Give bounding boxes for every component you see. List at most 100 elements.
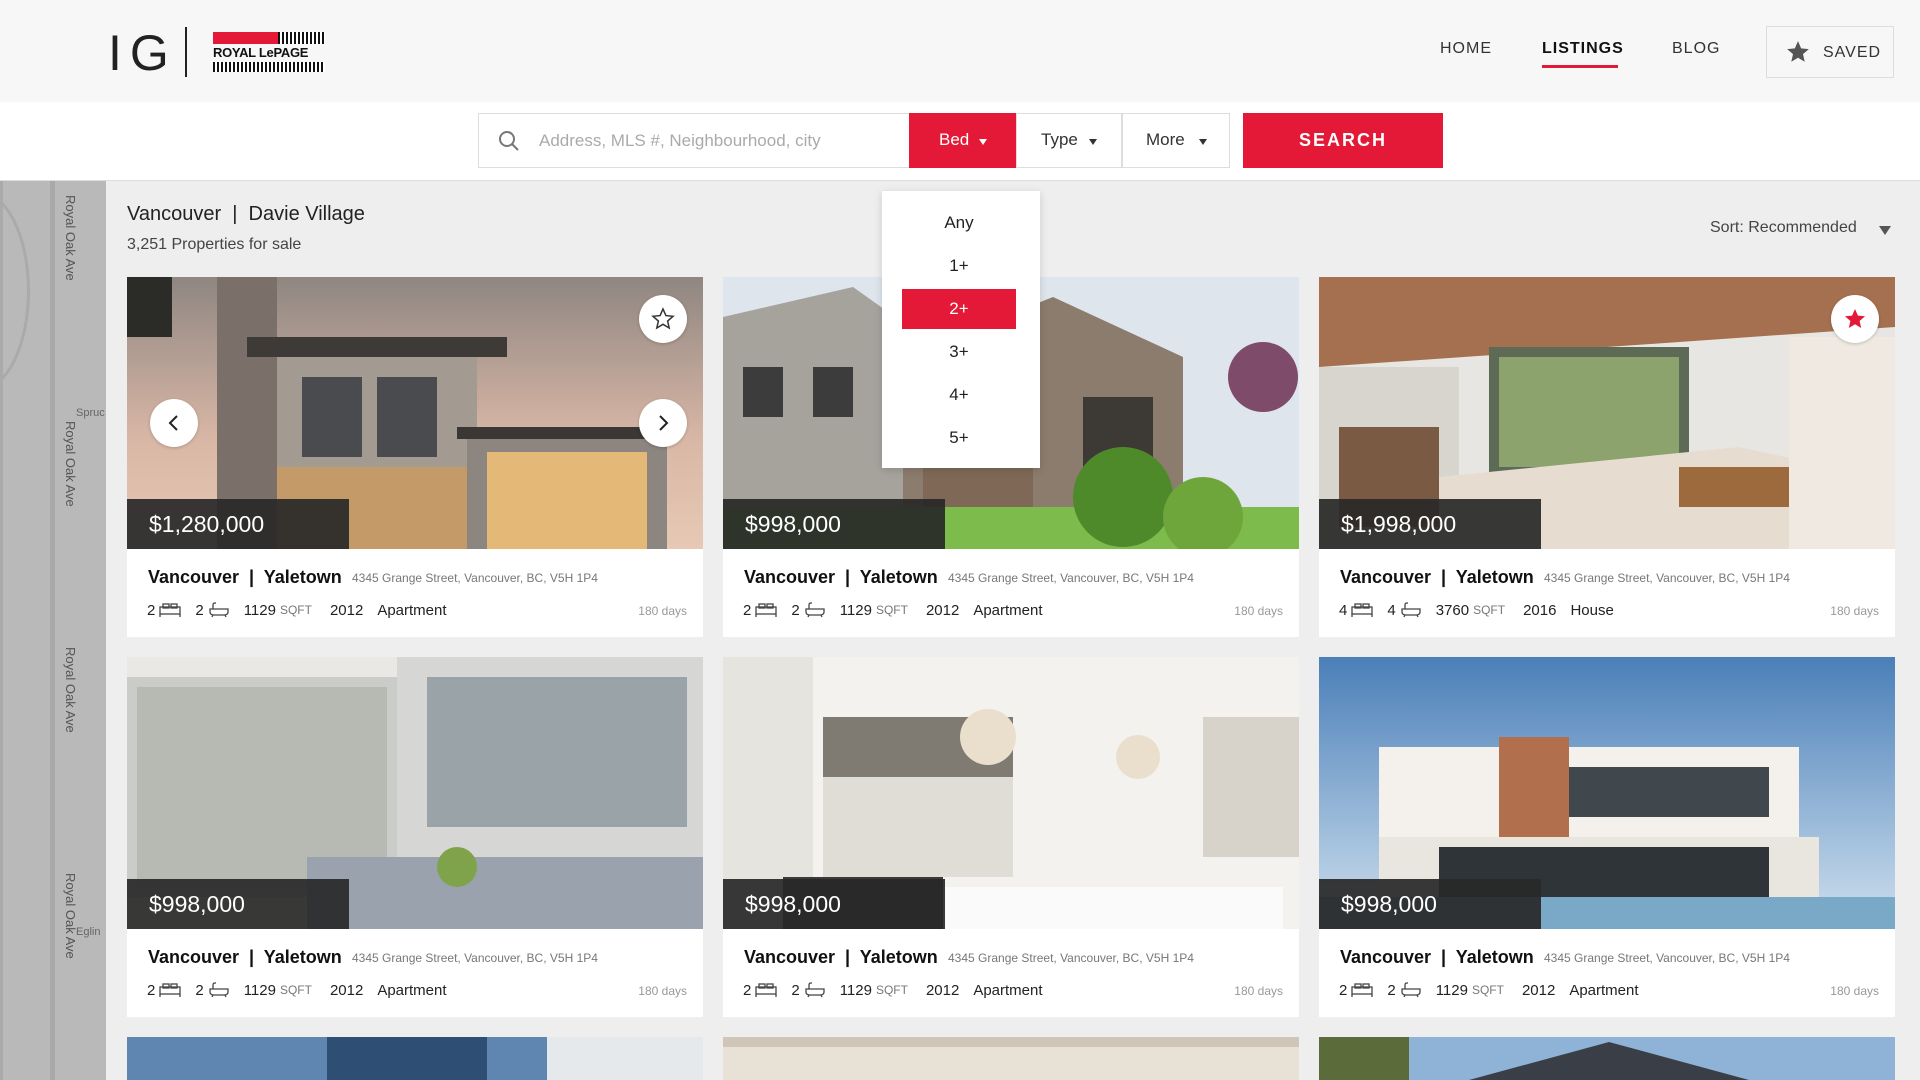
listing-location[interactable]: Vancouver | Yaletown <box>1340 567 1534 588</box>
listing-location[interactable]: Vancouver | Yaletown <box>148 567 342 588</box>
search-bar: Bed Type More SEARCH <box>0 102 1920 181</box>
bath-icon <box>209 982 229 998</box>
listing-card-partial[interactable] <box>127 1037 703 1080</box>
beds-count: 2 <box>743 981 752 999</box>
saved-button[interactable]: SAVED <box>1766 26 1894 78</box>
ig-logo[interactable]: IG <box>108 24 177 82</box>
nav-listings[interactable]: LISTINGS <box>1542 40 1624 58</box>
chevron-down-icon[interactable] <box>1879 226 1891 235</box>
beds-count: 2 <box>1339 981 1348 999</box>
listing-price: $998,000 <box>723 499 945 549</box>
logo-stripes-top <box>278 32 325 44</box>
listing-card-partial[interactable] <box>1319 1037 1895 1080</box>
map-street-label: Royal Oak Ave <box>63 195 78 281</box>
listing-address: 4345 Grange Street, Vancouver, BC, V5H 1… <box>352 951 598 965</box>
logo-stripes <box>213 62 325 72</box>
royal-lepage-logo[interactable]: ROYAL LePAGE <box>213 32 325 72</box>
listing-card[interactable]: $1,280,000 Vancouver | Yaletown 4345 Gra… <box>127 277 703 637</box>
bed-filter[interactable]: Bed <box>909 113 1016 168</box>
listing-photo[interactable]: $1,998,000 <box>1319 277 1895 549</box>
sqft-value: 1129 <box>839 601 872 619</box>
listing-details: 2 2 1129 SQFT 2012 Apartment <box>743 599 1043 621</box>
search-input[interactable] <box>539 114 899 167</box>
listing-location[interactable]: Vancouver | Yaletown <box>744 567 938 588</box>
listing-card[interactable]: $1,998,000 Vancouver | Yaletown 4345 Gra… <box>1319 277 1895 637</box>
baths-count: 4 <box>1387 601 1396 619</box>
bed-filter-label: Bed <box>939 130 970 149</box>
bath-icon <box>805 982 825 998</box>
search-button[interactable]: SEARCH <box>1243 113 1443 168</box>
nav-blog[interactable]: BLOG <box>1672 40 1720 58</box>
more-filter[interactable]: More <box>1122 113 1230 168</box>
bath-icon <box>1401 982 1421 998</box>
search-icon <box>499 131 519 151</box>
baths-count: 2 <box>791 601 800 619</box>
listing-card-partial[interactable] <box>723 1037 1299 1080</box>
listing-photo[interactable]: $998,000 <box>723 657 1299 929</box>
bed-option-3[interactable]: 3+ <box>902 332 1016 372</box>
star-icon <box>1787 41 1809 62</box>
sqft-value: 1129 <box>243 981 276 999</box>
map-street-label: Royal Oak Ave <box>63 647 78 733</box>
building-photo <box>127 1037 703 1080</box>
property-type: Apartment <box>1569 981 1639 999</box>
property-type: House <box>1570 601 1614 619</box>
listing-price: $1,998,000 <box>1319 499 1541 549</box>
days-on-market: 180 days <box>1234 604 1283 618</box>
sqft-unit: SQFT <box>875 983 908 997</box>
listing-location[interactable]: Vancouver | Yaletown <box>744 947 938 968</box>
days-on-market: 180 days <box>1234 984 1283 998</box>
map-road <box>50 181 55 1080</box>
favorite-button[interactable] <box>1831 295 1879 343</box>
star-outline-icon <box>651 307 675 330</box>
sqft-value: 1129 <box>1435 981 1468 999</box>
prev-photo-button[interactable] <box>150 399 198 447</box>
chevron-down-icon <box>1089 139 1097 145</box>
type-filter[interactable]: Type <box>1016 113 1122 168</box>
sqft-unit: SQFT <box>875 603 908 617</box>
bath-icon <box>209 602 229 618</box>
listing-photo[interactable]: $1,280,000 <box>127 277 703 549</box>
map-street-label: Eglin <box>76 926 101 938</box>
bed-option-4[interactable]: 4+ <box>902 375 1016 415</box>
sort-dropdown[interactable]: Sort: Recommended <box>1710 219 1857 237</box>
listing-price: $1,280,000 <box>127 499 349 549</box>
beds-count: 4 <box>1339 601 1348 619</box>
map-street-label: Royal Oak Ave <box>63 873 78 959</box>
listing-details: 4 4 3760 SQFT 2016 House <box>1339 599 1614 621</box>
bed-icon <box>755 603 777 617</box>
results-count: 3,251 Properties for sale <box>127 236 302 253</box>
bed-option-any[interactable]: Any <box>902 203 1016 243</box>
logo-divider <box>185 27 187 77</box>
listing-location[interactable]: Vancouver | Yaletown <box>1340 947 1534 968</box>
sqft-value: 1129 <box>839 981 872 999</box>
listing-address: 4345 Grange Street, Vancouver, BC, V5H 1… <box>352 571 598 585</box>
listing-card[interactable]: $998,000 Vancouver | Yaletown 4345 Grang… <box>723 657 1299 1017</box>
listing-address: 4345 Grange Street, Vancouver, BC, V5H 1… <box>948 951 1194 965</box>
listing-card[interactable]: $998,000 Vancouver | Yaletown 4345 Grang… <box>127 657 703 1017</box>
bed-option-5[interactable]: 5+ <box>902 418 1016 458</box>
search-field[interactable] <box>478 113 910 168</box>
listing-card[interactable]: $998,000 Vancouver | Yaletown 4345 Grang… <box>1319 657 1895 1017</box>
beds-count: 2 <box>147 981 156 999</box>
bed-option-1[interactable]: 1+ <box>902 246 1016 286</box>
year-built: 2012 <box>925 981 960 999</box>
listing-location[interactable]: Vancouver | Yaletown <box>148 947 342 968</box>
bed-icon <box>159 983 181 997</box>
year-built: 2012 <box>329 981 364 999</box>
listing-photo[interactable]: $998,000 <box>1319 657 1895 929</box>
bath-icon <box>805 602 825 618</box>
map-panel[interactable]: Royal Oak Ave Royal Oak Ave Royal Oak Av… <box>0 181 106 1080</box>
bath-icon <box>1401 602 1421 618</box>
year-built: 2012 <box>925 601 960 619</box>
favorite-button[interactable] <box>639 295 687 343</box>
listing-photo[interactable]: $998,000 <box>127 657 703 929</box>
bed-option-2[interactable]: 2+ <box>902 289 1016 329</box>
sqft-value: 3760 <box>1435 601 1470 619</box>
results-title: Vancouver | Davie Village <box>127 203 365 225</box>
listing-details: 2 2 1129 SQFT 2012 Apartment <box>1339 979 1639 1001</box>
nav-home[interactable]: HOME <box>1440 40 1492 58</box>
listing-details: 2 2 1129 SQFT 2012 Apartment <box>147 979 447 1001</box>
sqft-unit: SQFT <box>279 983 312 997</box>
next-photo-button[interactable] <box>639 399 687 447</box>
